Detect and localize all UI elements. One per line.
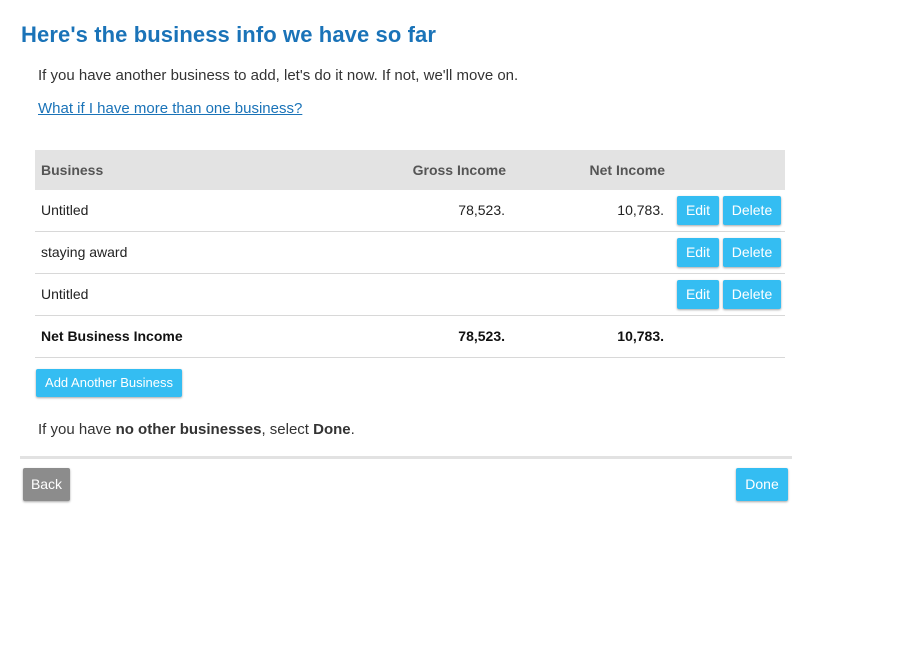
page-title: Here's the business info we have so far <box>21 22 437 47</box>
total-label: Net Business Income <box>41 328 183 344</box>
edit-business-button[interactable]: Edit <box>677 280 719 309</box>
business-name: staying award <box>41 244 128 260</box>
total-row: Net Business Income 78,523. 10,783. <box>35 316 785 358</box>
header-gross-income: Gross Income <box>412 162 506 178</box>
business-name: Untitled <box>41 202 89 218</box>
delete-business-button[interactable]: Delete <box>723 280 781 309</box>
gross-income-value: 78,523. <box>458 202 505 218</box>
done-button[interactable]: Done <box>736 468 788 501</box>
total-net-income: 10,783. <box>617 328 664 344</box>
business-table: Business Gross Income Net Income Untitle… <box>35 150 785 358</box>
edit-business-button[interactable]: Edit <box>677 238 719 267</box>
done-note-prefix: If you have <box>38 421 116 438</box>
header-business: Business <box>41 162 104 178</box>
total-gross-income: 78,523. <box>458 328 505 344</box>
back-button[interactable]: Back <box>23 468 70 501</box>
footer-divider <box>20 456 792 459</box>
table-row: Untitled Edit Delete <box>35 274 785 316</box>
done-note-done-word: Done <box>313 421 351 438</box>
done-note-emphasis: no other businesses <box>115 421 262 438</box>
header-net-income: Net Income <box>589 162 665 178</box>
table-row: staying award Edit Delete <box>35 232 785 274</box>
edit-business-button[interactable]: Edit <box>677 196 719 225</box>
business-name: Untitled <box>41 286 89 302</box>
done-note-suffix: . <box>350 421 355 438</box>
multiple-business-help-link[interactable]: What if I have more than one business? <box>38 100 302 117</box>
done-instruction: If you have no other businesses, select … <box>38 421 355 438</box>
done-note-middle: , select <box>261 421 314 438</box>
intro-text: If you have another business to add, let… <box>38 67 519 84</box>
delete-business-button[interactable]: Delete <box>723 238 781 267</box>
add-another-business-button[interactable]: Add Another Business <box>36 369 182 397</box>
net-income-value: 10,783. <box>617 202 664 218</box>
table-header: Business Gross Income Net Income <box>35 150 785 190</box>
delete-business-button[interactable]: Delete <box>723 196 781 225</box>
table-row: Untitled 78,523. 10,783. Edit Delete <box>35 190 785 232</box>
